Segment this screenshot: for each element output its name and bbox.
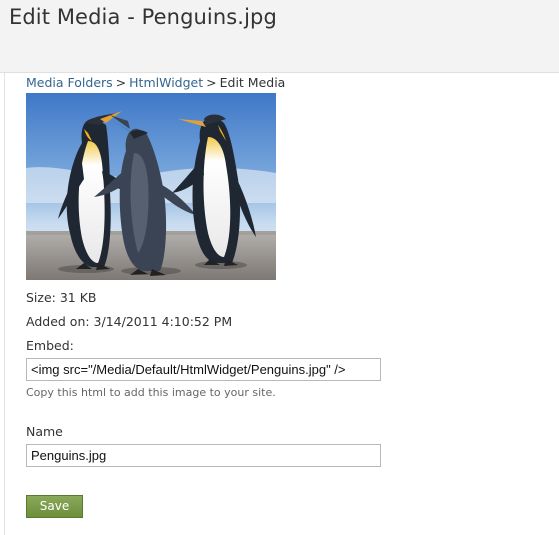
breadcrumb-media-folders-link[interactable]: Media Folders	[26, 75, 113, 90]
main-content: Media Folders>HtmlWidget>Edit Media	[4, 73, 559, 535]
added-date: Added on: 3/14/2011 4:10:52 PM	[26, 314, 233, 329]
breadcrumb-separator: >	[115, 75, 127, 90]
save-button[interactable]: Save	[26, 495, 83, 518]
name-field[interactable]: Penguins.jpg	[26, 444, 381, 467]
media-preview-image	[26, 93, 276, 280]
breadcrumb-htmlwidget-link[interactable]: HtmlWidget	[129, 75, 203, 90]
page-header: Edit Media - Penguins.jpg	[0, 0, 559, 73]
embed-hint: Copy this html to add this image to your…	[26, 386, 276, 399]
embed-label: Embed:	[26, 338, 74, 353]
breadcrumb-current: Edit Media	[219, 75, 286, 90]
breadcrumb-separator: >	[206, 75, 217, 90]
penguins-photo	[26, 93, 276, 280]
page-title: Edit Media - Penguins.jpg	[9, 5, 277, 29]
breadcrumb: Media Folders > HtmlWidget > Edit Media	[26, 75, 285, 90]
name-label: Name	[26, 424, 63, 439]
embed-code-field[interactable]: <img src="/Media/Default/HtmlWidget/Peng…	[26, 358, 381, 381]
file-size: Size: 31 KB	[26, 290, 97, 305]
